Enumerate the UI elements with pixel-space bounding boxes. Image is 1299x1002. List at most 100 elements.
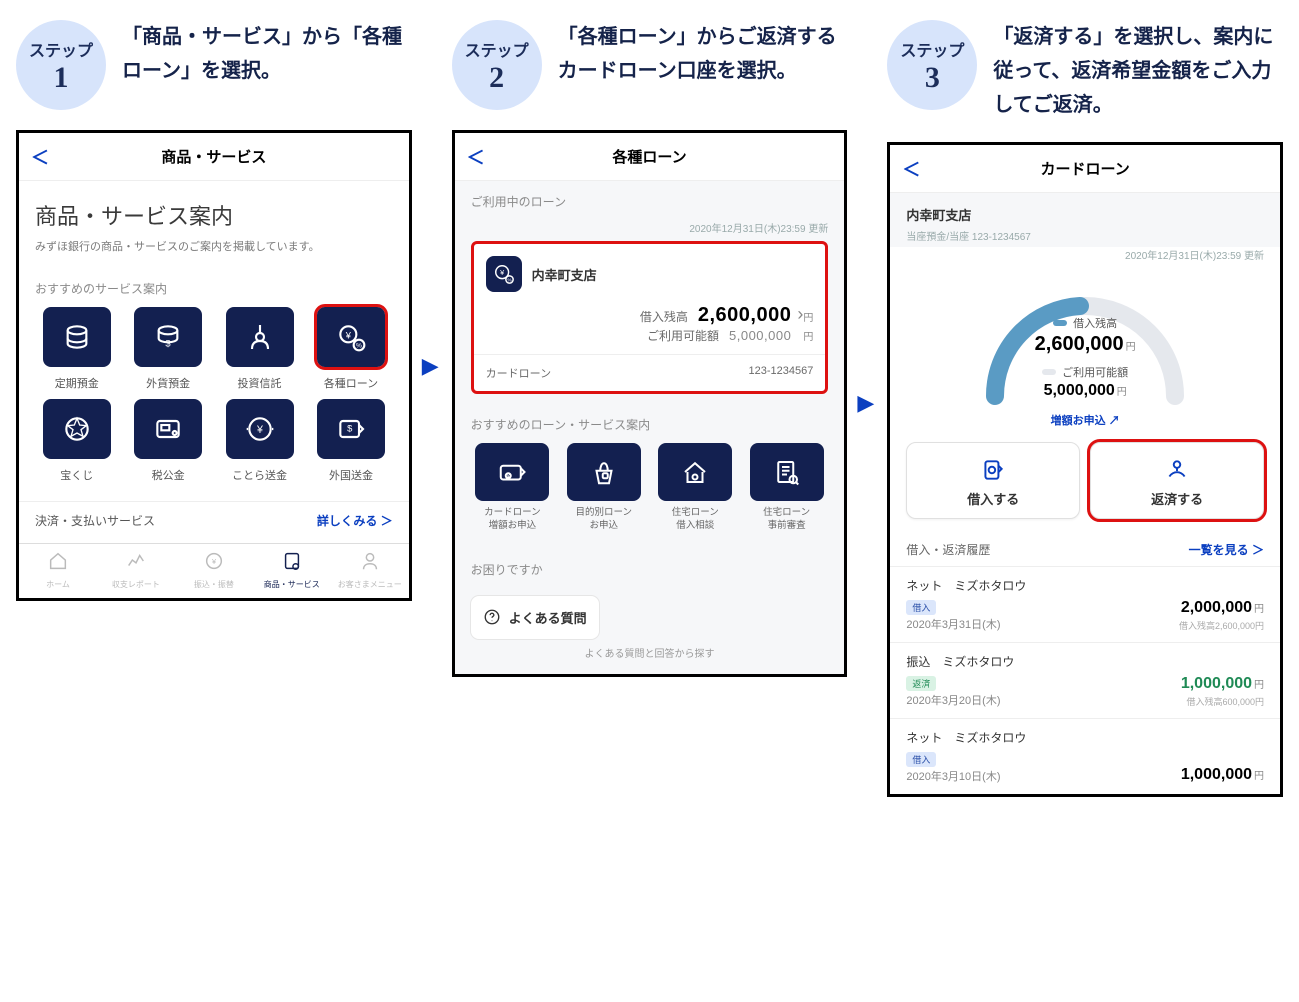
nav-customer-icon	[359, 550, 381, 577]
nav-report-icon	[125, 550, 147, 577]
more-services-row[interactable]: 決済・支払いサービス 詳しくみる ＞	[19, 501, 409, 543]
service-tile[interactable]: $外貨預金	[126, 307, 209, 391]
loans-in-use-header: ご利用中のローン	[455, 181, 845, 220]
app-header: ＜ 商品・サービス	[19, 133, 409, 181]
home-loan-prescreen-icon	[750, 443, 824, 501]
screenshot-step-2: ▶ ＜ 各種ローン ご利用中のローン 2020年12月31日(木)23:59 更…	[452, 130, 848, 677]
time-deposit-icon	[43, 307, 111, 367]
nav-home-icon	[47, 550, 69, 577]
app-header: ＜ 各種ローン	[455, 133, 845, 181]
nav-label: お客さまメニュー	[338, 579, 402, 590]
history-link[interactable]: 一覧を見る ＞	[1189, 541, 1264, 558]
history-channel: ネット	[906, 731, 942, 745]
screen-title: カードローン	[1041, 158, 1130, 179]
loan-type-label: カードローン	[486, 365, 551, 381]
svg-text:%: %	[507, 277, 511, 282]
history-tag: 借入	[906, 752, 936, 767]
row-link[interactable]: 詳しくみる ＞	[317, 512, 393, 529]
step-desc-1: 「商品・サービス」から「各種ローン」を選択。	[122, 20, 412, 88]
loan-service-tile[interactable]: ¥ カードローン増額お申込	[471, 443, 554, 533]
page-heading: 商品・サービス案内	[19, 181, 409, 239]
nav-item[interactable]: 収支レポート	[97, 544, 175, 598]
screenshot-step-1: ▶ ＜ 商品・サービス 商品・サービス案内 みずほ銀行の商品・サービスのご案内を…	[16, 130, 412, 601]
loan-service-tile[interactable]: 目的別ローンお申込	[562, 443, 645, 533]
step-badge-3: ステップ 3	[887, 20, 977, 110]
nav-label: 振込・振替	[194, 579, 234, 590]
tile-label: 投資信託	[238, 375, 282, 391]
screen-title: 商品・サービス	[161, 146, 266, 167]
service-tile[interactable]: 宝くじ	[35, 399, 118, 483]
nav-transfer-icon: ¥	[203, 550, 225, 577]
history-channel: 振込	[906, 655, 930, 669]
service-tile[interactable]: ¥%各種ローン	[309, 307, 392, 391]
history-header: 借入・返済履歴	[906, 541, 990, 558]
nav-label: 商品・サービス	[264, 579, 320, 590]
foreign-transfer-icon: $	[317, 399, 385, 459]
service-tile[interactable]: 税公金	[126, 399, 209, 483]
tile-label: カードローン増額お申込	[484, 507, 541, 533]
yen-percent-icon: ¥%	[486, 256, 522, 292]
history-item[interactable]: 振込 ミズホタロウ 返済 2020年3月20日(木) 1,000,000円 借入…	[890, 642, 1280, 718]
nav-item[interactable]: ホーム	[19, 544, 97, 598]
page-subtext: みずほ銀行の商品・サービスのご案内を掲載しています。	[19, 239, 409, 268]
back-chevron-icon[interactable]: ＜	[467, 144, 485, 170]
nav-products-icon	[281, 550, 303, 577]
step-badge-1: ステップ 1	[16, 20, 106, 110]
gauge-bal-label: 借入残高	[1073, 315, 1117, 331]
loan-service-tile[interactable]: 住宅ローン事前審査	[745, 443, 828, 533]
step-header-1: ステップ 1 「商品・サービス」から「各種ローン」を選択。	[16, 20, 412, 110]
arrow-right-icon: ▶	[422, 353, 439, 379]
available-value: 5,000,000	[729, 328, 791, 343]
tile-label: 目的別ローンお申込	[576, 507, 633, 533]
history-channel: ネット	[906, 579, 942, 593]
borrow-button[interactable]: 借入する	[906, 442, 1080, 519]
tile-label: 住宅ローン借入相談	[672, 507, 719, 533]
nav-item[interactable]: ¥ 振込・振替	[175, 544, 253, 598]
svg-text:%: %	[356, 343, 362, 350]
service-tile[interactable]: $ 外国送金	[309, 399, 392, 483]
tile-label: 外国送金	[329, 467, 373, 483]
history-name: ミズホタロウ	[942, 655, 1014, 669]
card-loan-increase-icon: ¥	[475, 443, 549, 501]
history-item[interactable]: ネット ミズホタロウ 借入 2020年3月10日(木) 1,000,000円	[890, 718, 1280, 794]
row-label: 決済・支払いサービス	[35, 512, 155, 529]
screen-title: 各種ローン	[612, 146, 686, 167]
history-tag: 返済	[906, 676, 936, 691]
loan-account-card[interactable]: ¥% 内幸町支店 › 借入残高 2,600,000 円 ご利用可能額	[471, 241, 829, 394]
tile-label: 宝くじ	[60, 467, 93, 483]
service-tile[interactable]: ¥ことら送金	[218, 399, 301, 483]
loan-service-tile[interactable]: 住宅ローン借入相談	[654, 443, 737, 533]
chevron-right-icon: ›	[797, 304, 803, 325]
history-sub: 借入残高600,000円	[1181, 695, 1264, 708]
step-header-3: ステップ 3 「返済する」を選択し、案内に従って、返済希望金額をご入力してご返済…	[887, 20, 1283, 122]
nav-item[interactable]: 商品・サービス	[253, 544, 331, 598]
account-line: 当座預金/当座 123-1234567	[906, 228, 1264, 243]
arrow-right-icon: ▶	[857, 390, 874, 416]
back-chevron-icon[interactable]: ＜	[902, 156, 920, 182]
update-timestamp: 2020年12月31日(木)23:59 更新	[455, 220, 845, 241]
app-header: ＜ カードローン	[890, 145, 1280, 193]
service-tile[interactable]: 投資信託	[218, 307, 301, 391]
step-header-2: ステップ 2 「各種ローン」からご返済するカードローン口座を選択。	[452, 20, 848, 110]
svg-text:¥: ¥	[500, 268, 505, 277]
increase-link[interactable]: 増額お申込 ↗	[1051, 406, 1120, 438]
history-item[interactable]: ネット ミズホタロウ 借入 2020年3月31日(木) 2,000,000円 借…	[890, 566, 1280, 642]
branch-name: 内幸町支店	[906, 205, 1264, 224]
nav-label: ホーム	[46, 579, 70, 590]
borrow-icon	[980, 457, 1006, 483]
history-date: 2020年3月20日(木)	[906, 692, 1000, 708]
nav-item[interactable]: お客さまメニュー	[331, 544, 409, 598]
back-chevron-icon[interactable]: ＜	[31, 144, 49, 170]
balance-value: 2,600,000	[698, 304, 791, 327]
repay-button[interactable]: 返済する	[1090, 442, 1264, 519]
svg-text:$: $	[347, 424, 353, 434]
faq-button[interactable]: よくある質問	[471, 596, 599, 639]
history-amount: 2,000,000	[1181, 599, 1252, 616]
foreign-deposit-icon: $	[134, 307, 202, 367]
step-desc-2: 「各種ローン」からご返済するカードローン口座を選択。	[558, 20, 848, 88]
service-tile[interactable]: 定期預金	[35, 307, 118, 391]
svg-text:¥: ¥	[345, 330, 352, 340]
tile-label: 定期預金	[55, 375, 99, 391]
history-date: 2020年3月10日(木)	[906, 768, 1000, 784]
repay-icon	[1164, 457, 1190, 483]
